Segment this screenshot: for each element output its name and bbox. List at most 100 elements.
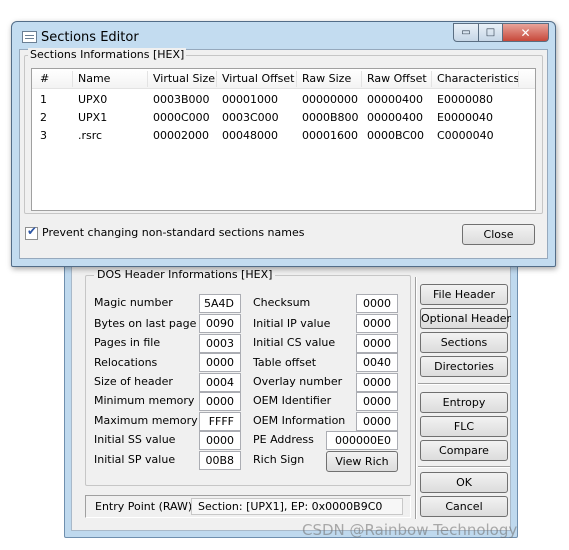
cancel-button[interactable]: Cancel (420, 496, 508, 517)
main-window: DOS Header Informations [HEX] Magic numb… (64, 262, 518, 538)
oem-identifier-field[interactable]: 0000 (356, 392, 398, 411)
cell-name: UPX1 (78, 111, 108, 124)
cell-virtual-size: 0003B000 (153, 93, 210, 106)
main-window-client: DOS Header Informations [HEX] Magic numb… (71, 263, 511, 531)
button-separator-1 (418, 383, 510, 385)
cell-raw-offset: 0000BC00 (367, 129, 425, 142)
minimum-memory-label: Minimum memory (94, 394, 195, 407)
cell-index: 1 (40, 93, 47, 106)
flc-button[interactable]: FLC (420, 416, 508, 437)
sections-editor-dialog: Sections Editor ▭ □ ✕ Sections Informati… (11, 21, 556, 267)
initial-ss-label: Initial SS value (94, 433, 176, 446)
pages-in-file-label: Pages in file (94, 336, 161, 349)
initial-cs-field[interactable]: 0000 (356, 334, 398, 353)
minimize-icon: ▭ (461, 27, 471, 38)
cell-characteristics: C0000040 (437, 129, 494, 142)
cell-virtual-size: 0000C000 (153, 111, 210, 124)
prevent-rename-label[interactable]: Prevent changing non-standard sections n… (42, 226, 304, 239)
directories-button[interactable]: Directories (420, 356, 508, 377)
sections-button[interactable]: Sections (420, 332, 508, 353)
overlay-number-field[interactable]: 0000 (356, 373, 398, 392)
minimize-button[interactable]: ▭ (453, 23, 479, 42)
column-header-virtual-offset[interactable]: Virtual Offset (216, 69, 295, 89)
cell-index: 2 (40, 111, 47, 124)
initial-ip-label: Initial IP value (253, 317, 331, 330)
close-window-button[interactable]: ✕ (503, 23, 549, 42)
table-offset-label: Table offset (253, 356, 317, 369)
magic-number-label: Magic number (94, 296, 173, 309)
dos-header-group-title: DOS Header Informations [HEX] (94, 268, 276, 281)
optional-header-button[interactable]: Optional Header (420, 308, 511, 329)
cell-index: 3 (40, 129, 47, 142)
prevent-rename-checkbox[interactable]: ✔ (25, 224, 38, 240)
minimum-memory-field[interactable]: 0000 (199, 392, 241, 411)
window-list-icon (22, 31, 37, 43)
cell-raw-offset: 00000400 (367, 111, 423, 124)
cell-virtual-offset: 0003C000 (222, 111, 279, 124)
window-title: Sections Editor (41, 30, 139, 45)
watermark: CSDN @Rainbow Technology (302, 521, 518, 539)
overlay-number-label: Overlay number (253, 375, 343, 388)
title-bar[interactable]: Sections Editor ▭ □ ✕ (12, 22, 555, 50)
sections-info-group-title: Sections Informations [HEX] (28, 48, 187, 61)
column-header-virtual-size[interactable]: Virtual Size (147, 69, 215, 89)
initial-sp-label: Initial SP value (94, 453, 176, 466)
entropy-button[interactable]: Entropy (420, 392, 508, 413)
table-row[interactable]: 1 UPX0 0003B000 00001000 00000000 000004… (32, 91, 535, 109)
maximum-memory-field[interactable]: FFFF (199, 412, 241, 431)
initial-ip-field[interactable]: 0000 (356, 314, 398, 333)
pe-address-label: PE Address (253, 433, 314, 446)
ok-button[interactable]: OK (420, 472, 508, 493)
checksum-field[interactable]: 0000 (356, 294, 398, 313)
entry-point-label: Entry Point (RAW): (95, 500, 196, 513)
sections-list[interactable]: # Name Virtual Size Virtual Offset Raw S… (31, 68, 536, 211)
cell-raw-size: 00001600 (302, 129, 358, 142)
initial-ss-field[interactable]: 0000 (199, 431, 241, 450)
cell-name: .rsrc (78, 129, 103, 142)
magic-number-field[interactable]: 5A4D (199, 294, 241, 313)
cell-virtual-size: 00002000 (153, 129, 209, 142)
bytes-last-page-field[interactable]: 0090 (199, 314, 241, 333)
close-icon: ✕ (520, 25, 531, 40)
sections-list-header: # Name Virtual Size Virtual Offset Raw S… (32, 69, 535, 89)
cell-raw-size: 0000B800 (302, 111, 359, 124)
pe-address-field[interactable]: 000000E0 (326, 431, 398, 450)
table-row[interactable]: 3 .rsrc 00002000 00048000 00001600 0000B… (32, 127, 535, 145)
view-rich-button[interactable]: View Rich (326, 451, 398, 472)
dos-header-group: DOS Header Informations [HEX] Magic numb… (85, 268, 411, 486)
table-row[interactable]: 2 UPX1 0000C000 0003C000 0000B800 000004… (32, 109, 535, 127)
cell-virtual-offset: 00001000 (222, 93, 278, 106)
pages-in-file-field[interactable]: 0003 (199, 334, 241, 353)
entry-point-value: Section: [UPX1], EP: 0x0000B9C0 (191, 498, 403, 515)
column-header-index[interactable]: # (34, 69, 49, 89)
maximize-button[interactable]: □ (479, 23, 503, 42)
maximum-memory-label: Maximum memory (94, 414, 198, 427)
cell-virtual-offset: 00048000 (222, 129, 278, 142)
file-header-button[interactable]: File Header (420, 284, 508, 305)
relocations-label: Relocations (94, 356, 158, 369)
bytes-last-page-label: Bytes on last page (94, 317, 197, 330)
dialog-client: Sections Informations [HEX] # Name Virtu… (19, 48, 548, 259)
maximize-icon: □ (485, 27, 496, 38)
entry-point-panel: Entry Point (RAW): Section: [UPX1], EP: … (85, 495, 411, 518)
relocations-field[interactable]: 0000 (199, 353, 241, 372)
close-button[interactable]: Close (462, 224, 535, 245)
size-of-header-field[interactable]: 0004 (199, 373, 241, 392)
table-offset-field[interactable]: 0040 (356, 353, 398, 372)
column-header-raw-offset[interactable]: Raw Offset (361, 69, 427, 89)
column-header-name[interactable]: Name (72, 69, 110, 89)
oem-information-field[interactable]: 0000 (356, 412, 398, 431)
cell-raw-offset: 00000400 (367, 93, 423, 106)
cell-name: UPX0 (78, 93, 108, 106)
column-header-raw-size[interactable]: Raw Size (296, 69, 351, 89)
column-separator (518, 71, 519, 87)
rich-sign-label: Rich Sign (253, 453, 305, 466)
column-header-characteristics[interactable]: Characteristics (431, 69, 519, 89)
initial-sp-field[interactable]: 00B8 (199, 451, 241, 470)
compare-button[interactable]: Compare (420, 440, 508, 461)
cell-characteristics: E0000040 (437, 111, 493, 124)
cell-characteristics: E0000080 (437, 93, 493, 106)
oem-identifier-label: OEM Identifier (253, 394, 332, 407)
checksum-label: Checksum (253, 296, 311, 309)
checkmark-icon: ✔ (27, 224, 38, 238)
